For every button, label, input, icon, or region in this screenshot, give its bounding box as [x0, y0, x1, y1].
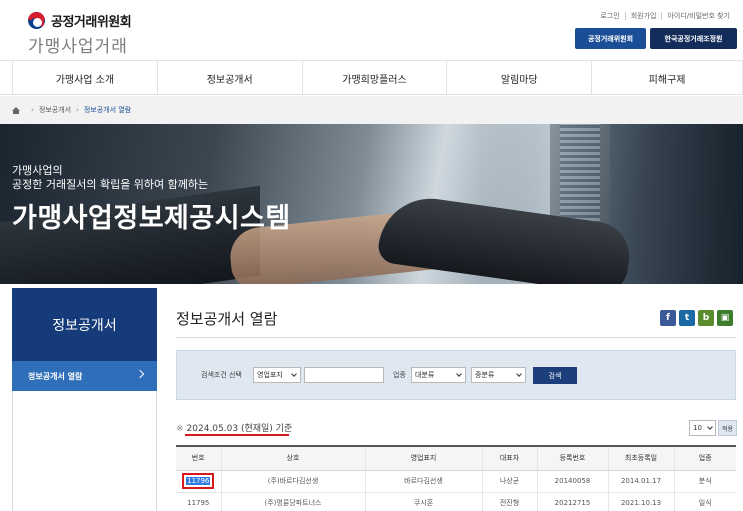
nav-damage-relief[interactable]: 피해구제 — [591, 61, 743, 95]
chevron-down-icon — [291, 371, 297, 377]
search-panel: 검색조건 선택 영업표지 업종 대분류 중분류 검색 — [176, 350, 736, 400]
banner-line1: 가맹사업의 — [12, 164, 63, 177]
facebook-icon[interactable]: f — [660, 310, 676, 326]
page-size-value: 10 — [693, 424, 702, 432]
banner-text: 가맹사업의 공정한 거래질서의 확립을 위하여 함께하는 가맹사업정보제공시스템 — [12, 164, 291, 235]
col-brand: 영업표지 — [364, 446, 482, 471]
table-header-row: 번호 상호 영업표지 대표자 등록번호 최초등록일 업종 — [176, 446, 736, 471]
chevron-right-icon — [135, 369, 145, 379]
sidebar-title: 정보공개서 — [12, 288, 157, 361]
login-link[interactable]: 로그인 — [595, 12, 626, 20]
kfair-button[interactable]: 한국공정거래조정원 — [650, 28, 737, 49]
banner-line2: 공정한 거래질서의 확립을 위하여 함께하는 — [12, 178, 209, 191]
main-navigation: 가맹사업 소개 정보공개서 가맹희망플러스 알림마당 피해구제 — [0, 60, 743, 95]
site-header: 공정거래위원회 가맹사업거래 로그인 회원가입 아이디/비밀번호 찾기 공정거래… — [0, 0, 743, 60]
chevron-down-icon — [456, 371, 462, 377]
sidebar-item-disclosure-view[interactable]: 정보공개서 열람 — [12, 361, 157, 391]
industry-minor-value: 중분류 — [475, 371, 495, 379]
cell-number: 11796 — [176, 470, 221, 493]
col-number: 번호 — [176, 446, 221, 471]
banner-building — [610, 124, 743, 284]
cell-brand[interactable]: 쿠시혼 — [364, 492, 482, 511]
cell-reg-number: 20212715 — [536, 492, 608, 511]
cell-ceo: 나상균 — [481, 470, 537, 493]
chevron-right-icon: › — [76, 106, 79, 114]
col-ceo: 대표자 — [481, 446, 537, 471]
search-condition-label: 검색조건 선택 — [201, 371, 242, 379]
page-size-apply-button[interactable]: 적용 — [718, 420, 737, 436]
highlight-underline — [185, 434, 289, 436]
col-company: 상호 — [220, 446, 365, 471]
breadcrumb-current: 정보공개서 열람 — [83, 106, 132, 114]
industry-major-value: 대분류 — [415, 371, 435, 379]
cell-brand[interactable]: 바르다김선생 — [364, 470, 482, 493]
col-reg-number: 등록번호 — [536, 446, 608, 471]
search-button[interactable]: 검색 — [533, 367, 577, 384]
industry-major-select[interactable]: 대분류 — [411, 367, 466, 383]
cell-reg-number: 20140058 — [536, 470, 608, 493]
cell-industry: 일식 — [673, 492, 736, 511]
cell-ceo: 전진형 — [481, 492, 537, 511]
cell-industry: 분식 — [673, 470, 736, 493]
industry-minor-select[interactable]: 중분류 — [471, 367, 526, 383]
basis-date: ※ 2024.05.03 (현재일) 기준 — [176, 421, 292, 434]
blog-icon[interactable]: b — [698, 310, 714, 326]
table-row[interactable]: 11795 (주)명륜당파트너스 쿠시혼 전진형 20212715 2021.1… — [176, 492, 736, 511]
print-icon[interactable]: ▣ — [717, 310, 733, 326]
col-industry: 업종 — [673, 446, 736, 471]
banner-title: 가맹사업정보제공시스템 — [12, 203, 291, 234]
col-first-reg-date: 최초등록일 — [607, 446, 674, 471]
home-icon[interactable] — [12, 106, 20, 114]
share-buttons: f t b ▣ — [660, 310, 733, 326]
page-size-select[interactable]: 10 — [689, 420, 716, 436]
twitter-icon[interactable]: t — [679, 310, 695, 326]
cell-first-reg-date: 2014.01.17 — [607, 470, 674, 493]
search-condition-value: 영업표지 — [257, 371, 283, 379]
breadcrumb-disclosure[interactable]: 정보공개서 — [39, 105, 71, 115]
industry-label: 업종 — [393, 371, 406, 379]
nav-disclosure[interactable]: 정보공개서 — [156, 61, 302, 95]
breadcrumb: › 정보공개서 › 정보공개서 열람 — [0, 96, 743, 124]
sidebar-item-label: 정보공개서 열람 — [28, 371, 83, 381]
site-name: 가맹사업거래 — [28, 37, 128, 57]
chevron-right-icon: › — [31, 106, 34, 114]
signup-link[interactable]: 회원가입 — [626, 12, 663, 20]
note-mark: ※ — [176, 424, 184, 434]
page-title: 정보공개서 열람 — [176, 310, 278, 328]
org-name: 공정거래위원회 — [51, 14, 132, 30]
sidebar-body — [12, 391, 157, 511]
ftc-button[interactable]: 공정거래위원회 — [575, 28, 646, 49]
find-account-link[interactable]: 아이디/비밀번호 찾기 — [662, 12, 735, 20]
disclosure-table: 번호 상호 영업표지 대표자 등록번호 최초등록일 업종 11796 (주)바르… — [176, 445, 736, 511]
site-logo[interactable]: 공정거래위원회 가맹사업거래 — [28, 11, 132, 57]
cell-company[interactable]: (주)바르다김선생 — [220, 470, 365, 493]
nav-notice[interactable]: 알림마당 — [446, 61, 591, 95]
row-number-selected: 11796 — [186, 477, 211, 485]
cell-first-reg-date: 2021.10.13 — [607, 492, 674, 511]
utility-links: 로그인 회원가입 아이디/비밀번호 찾기 — [595, 12, 735, 20]
nav-hope-plus[interactable]: 가맹희망플러스 — [301, 61, 447, 95]
highlight-box: 11796 — [182, 473, 215, 489]
page: 공정거래위원회 가맹사업거래 로그인 회원가입 아이디/비밀번호 찾기 공정거래… — [0, 0, 743, 511]
hero-banner: 가맹사업의 공정한 거래질서의 확립을 위하여 함께하는 가맹사업정보제공시스템 — [0, 124, 743, 284]
cell-number: 11795 — [176, 492, 221, 511]
chevron-down-icon — [707, 424, 713, 430]
chevron-down-icon — [516, 371, 522, 377]
search-condition-select[interactable]: 영업표지 — [253, 367, 301, 383]
cell-company[interactable]: (주)명륜당파트너스 — [220, 492, 365, 511]
search-input[interactable] — [304, 367, 384, 383]
nav-franchise-intro[interactable]: 가맹사업 소개 — [12, 61, 157, 95]
government-emblem-icon — [28, 11, 45, 29]
title-divider — [176, 337, 736, 338]
basis-date-text: 2024.05.03 (현재일) 기준 — [186, 424, 293, 434]
table-row[interactable]: 11796 (주)바르다김선생 바르다김선생 나상균 20140058 2014… — [176, 470, 736, 493]
